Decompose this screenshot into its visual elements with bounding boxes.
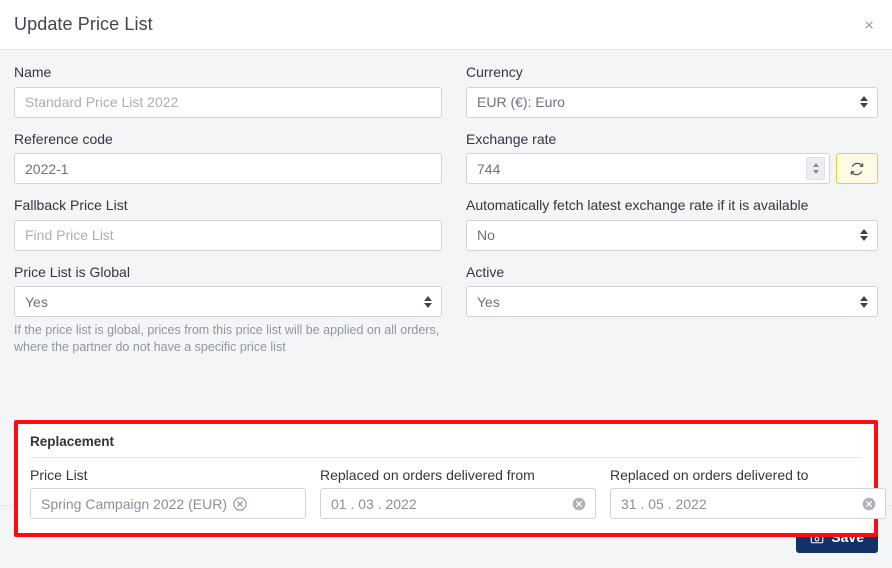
label-auto-fetch-rate: Automatically fetch latest exchange rate… — [466, 197, 809, 213]
currency-value: EUR (€): Euro — [477, 94, 565, 110]
name-input[interactable]: Standard Price List 2022 — [14, 86, 442, 118]
form-grid: Name Standard Price List 2022 Reference … — [14, 64, 878, 370]
auto-fetch-rate-select[interactable]: No — [466, 219, 878, 251]
refresh-exchange-rate-button[interactable] — [836, 153, 878, 184]
field-reference-code: Reference code 2022-1 — [14, 130, 442, 184]
label-price-list-is-global: Price List is Global — [14, 263, 130, 280]
refresh-icon — [850, 162, 864, 175]
price-list-is-global-value: Yes — [25, 293, 48, 310]
auto-fetch-rate-value: No — [477, 227, 495, 243]
global-help-text: If the price list is global, prices from… — [14, 323, 440, 355]
active-value: Yes — [477, 293, 500, 310]
chevron-updown-icon — [424, 295, 432, 308]
label-name: Name — [14, 64, 52, 80]
field-replaced-from: Replaced on orders delivered from 01 . 0… — [320, 467, 610, 519]
field-auto-fetch-rate: Automatically fetch latest exchange rate… — [466, 197, 878, 251]
label-replaced-from: Replaced on orders delivered from — [320, 467, 535, 483]
replacement-price-list-input[interactable]: Spring Campaign 2022 (EUR) — [30, 488, 306, 519]
close-icon[interactable]: × — [860, 14, 878, 35]
modal-header: Update Price List × — [0, 0, 892, 50]
chevron-updown-icon — [860, 295, 868, 308]
circle-x-filled-icon[interactable] — [572, 497, 586, 511]
label-currency: Currency — [466, 64, 523, 80]
field-name: Name Standard Price List 2022 — [14, 64, 442, 118]
chevron-updown-icon — [860, 96, 868, 108]
number-stepper[interactable] — [806, 157, 825, 180]
replaced-from-date-value: 01 . 03 . 2022 — [331, 495, 417, 512]
label-replacement-price-list: Price List — [30, 467, 88, 483]
replaced-to-date-value: 31 . 05 . 2022 — [621, 495, 707, 512]
modal-body: Name Standard Price List 2022 Reference … — [0, 50, 892, 537]
replacement-grid: Price List Spring Campaign 2022 (EUR) Re… — [30, 467, 886, 519]
field-exchange-rate: Exchange rate 744 — [466, 130, 878, 184]
exchange-rate-input[interactable]: 744 — [466, 153, 830, 184]
field-active: Active Yes — [466, 263, 878, 317]
exchange-rate-value: 744 — [477, 160, 501, 177]
chevron-updown-icon — [860, 229, 868, 241]
label-fallback-price-list: Fallback Price List — [14, 197, 128, 213]
replaced-from-date-input[interactable]: 01 . 03 . 2022 — [320, 488, 596, 519]
page-title: Update Price List — [14, 14, 153, 34]
fallback-price-list-input[interactable]: Find Price List — [14, 219, 442, 251]
field-currency: Currency EUR (€): Euro — [466, 64, 878, 118]
circle-x-outline-icon[interactable] — [233, 496, 247, 511]
price-list-is-global-select[interactable]: Yes — [14, 286, 442, 317]
reference-code-value: 2022-1 — [25, 160, 69, 177]
form-column-right: Currency EUR (€): Euro Exchange rate 744 — [456, 64, 878, 370]
fallback-price-list-placeholder: Find Price List — [25, 227, 114, 243]
replacement-panel: Replacement Price List Spring Campaign 2… — [14, 420, 886, 537]
field-price-list-is-global: Price List is Global Yes If the price li… — [14, 264, 442, 357]
reference-code-input[interactable]: 2022-1 — [14, 153, 442, 184]
label-reference-code: Reference code — [14, 130, 113, 147]
active-select[interactable]: Yes — [466, 286, 878, 317]
replacement-price-list-value: Spring Campaign 2022 (EUR) — [41, 495, 227, 512]
field-replaced-to: Replaced on orders delivered to 31 . 05 … — [610, 467, 886, 519]
replacement-heading: Replacement — [30, 434, 862, 458]
form-column-left: Name Standard Price List 2022 Reference … — [14, 64, 456, 370]
label-exchange-rate: Exchange rate — [466, 130, 557, 147]
circle-x-filled-icon[interactable] — [862, 497, 876, 511]
field-replacement-price-list: Price List Spring Campaign 2022 (EUR) — [30, 467, 320, 519]
name-input-value: Standard Price List 2022 — [25, 94, 179, 110]
exchange-rate-row: 744 — [466, 153, 878, 184]
currency-select[interactable]: EUR (€): Euro — [466, 86, 878, 118]
label-replaced-to: Replaced on orders delivered to — [610, 467, 809, 483]
field-fallback-price-list: Fallback Price List Find Price List — [14, 197, 442, 251]
label-active: Active — [466, 263, 505, 280]
replaced-to-date-input[interactable]: 31 . 05 . 2022 — [610, 488, 886, 519]
